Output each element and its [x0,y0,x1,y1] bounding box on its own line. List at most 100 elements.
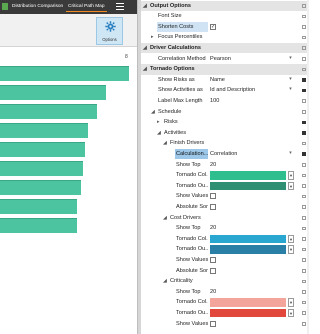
property-pin-icon[interactable] [302,269,306,273]
property-row[interactable]: Show Top 20 [141,287,309,298]
property-pin-icon[interactable] [302,152,306,156]
property-row[interactable]: Show Top 20 [141,223,309,234]
checkbox[interactable] [210,203,216,210]
property-value[interactable]: Name ▾ [209,75,297,86]
section-header[interactable]: ◢ Output Options [141,0,309,12]
property-row[interactable]: Tornado Col... ▾ [141,297,309,308]
property-value[interactable] [209,276,297,287]
property-value[interactable]: 20 [209,223,297,234]
property-row[interactable]: ▸ Focus Percentiles [141,32,309,43]
color-picker-dropdown-icon[interactable]: ▾ [288,181,294,191]
expand-arrow-icon[interactable]: ▸ [151,32,154,43]
property-pin-icon[interactable] [302,35,306,40]
property-pin-icon[interactable] [302,290,306,294]
property-pin-icon[interactable] [302,110,306,114]
property-pin-icon[interactable] [302,226,306,231]
collapse-arrow-icon[interactable]: ◢ [143,43,147,54]
checkbox[interactable] [210,256,216,263]
tornado-bar[interactable] [0,123,88,138]
color-picker-dropdown-icon[interactable]: ▾ [288,234,294,244]
color-picker-dropdown-icon[interactable]: ▾ [288,171,294,180]
property-row[interactable]: Show Values [141,319,309,330]
property-pin-icon[interactable] [302,14,306,19]
chevron-down-icon[interactable]: ▾ [288,55,293,62]
property-pin-icon[interactable] [302,173,306,178]
property-pin-icon[interactable] [302,300,306,305]
property-row[interactable]: Shorten Costs ✓ [141,21,309,33]
property-value[interactable] [209,202,297,213]
property-pin-icon[interactable] [302,46,306,50]
property-row[interactable]: Show Values [141,255,309,266]
property-pin-icon[interactable] [302,311,306,315]
property-value[interactable] [209,266,297,277]
menu-icon[interactable] [116,3,124,10]
property-pin-icon[interactable] [302,4,306,8]
property-pin-icon[interactable] [302,247,306,252]
property-row[interactable]: ◢ Criticality [141,276,309,287]
tornado-bar[interactable] [0,104,97,119]
collapse-arrow-icon[interactable]: ◢ [143,1,147,12]
checkbox[interactable]: ✓ [210,23,216,30]
checkbox[interactable] [210,320,216,327]
tab-critical-path-map[interactable]: Critical Path Map [66,2,107,12]
property-value[interactable]: Id and Description ▾ [209,85,297,96]
color-picker-dropdown-icon[interactable]: ▾ [288,245,294,254]
property-pin-icon[interactable] [302,216,306,220]
collapse-arrow-icon[interactable]: ◢ [157,128,161,139]
collapse-arrow-icon[interactable]: ◢ [151,107,155,118]
property-pin-icon[interactable] [302,141,306,146]
property-value[interactable] [209,255,297,266]
property-row[interactable]: Show Top 20 [141,160,309,171]
property-value[interactable] [209,319,297,330]
property-row[interactable]: Tornado Col... ▾ [141,170,309,181]
property-value[interactable]: ▾ [209,297,297,308]
section-header[interactable]: ◢ Tornado Options [141,64,309,75]
color-picker-dropdown-icon[interactable]: ▾ [288,308,294,318]
property-row[interactable]: Absolute Sort [141,266,309,277]
property-value[interactable] [209,213,297,224]
color-swatch[interactable] [210,181,286,191]
tornado-bar[interactable] [0,161,83,176]
property-value[interactable]: ▾ [209,170,297,181]
property-row[interactable]: Tornado Ou... ▾ [141,181,309,192]
property-value[interactable]: 100 [209,96,297,107]
property-value[interactable]: 20 [209,287,297,298]
property-row[interactable]: Show Activities as Id and Description ▾ [141,85,309,96]
tornado-bar[interactable] [0,180,81,195]
property-pin-icon[interactable] [302,67,306,72]
property-row[interactable]: Correlation Method Pearson ▾ [141,54,309,65]
tornado-bar[interactable] [0,218,77,233]
collapse-arrow-icon[interactable]: ◢ [163,213,167,224]
property-pin-icon[interactable] [302,25,306,29]
tab-distribution-comparison[interactable]: Distribution Comparison [10,2,65,12]
section-header[interactable]: ◢ Driver Calculations [141,42,309,54]
collapse-arrow-icon[interactable]: ◢ [143,64,147,75]
property-value[interactable]: ✓ [209,22,297,33]
color-picker-dropdown-icon[interactable]: ▾ [288,298,294,307]
options-button[interactable]: Options [96,17,123,45]
property-row[interactable]: ▸ Risks [141,117,309,128]
chevron-down-icon[interactable]: ▾ [288,76,293,83]
property-pin-icon[interactable] [302,237,306,241]
property-value[interactable] [209,128,297,139]
property-value[interactable] [209,32,297,43]
property-pin-icon[interactable] [302,99,306,103]
chevron-down-icon[interactable]: ▾ [288,150,293,157]
property-value[interactable]: Correlation ▾ [209,149,297,160]
property-value[interactable]: ▾ [209,181,297,192]
property-pin-icon[interactable] [302,131,306,135]
property-row[interactable]: ◢ Finish Drivers [141,138,309,149]
vertical-scrollbar[interactable] [307,0,309,334]
property-pin-icon[interactable] [302,88,306,93]
property-value[interactable]: 20 [209,160,297,171]
tornado-bar[interactable] [0,85,106,100]
property-value[interactable]: ▾ [209,244,297,255]
color-swatch[interactable] [210,234,286,244]
tornado-bar[interactable] [0,142,85,157]
property-value[interactable] [209,191,297,202]
property-row[interactable]: Tornado Ou... ▾ [141,244,309,255]
property-value[interactable]: ▾ [209,308,297,319]
collapse-arrow-icon[interactable]: ◢ [163,138,167,149]
property-row[interactable]: Font Size [141,11,309,22]
property-value[interactable]: Pearson ▾ [209,54,297,65]
